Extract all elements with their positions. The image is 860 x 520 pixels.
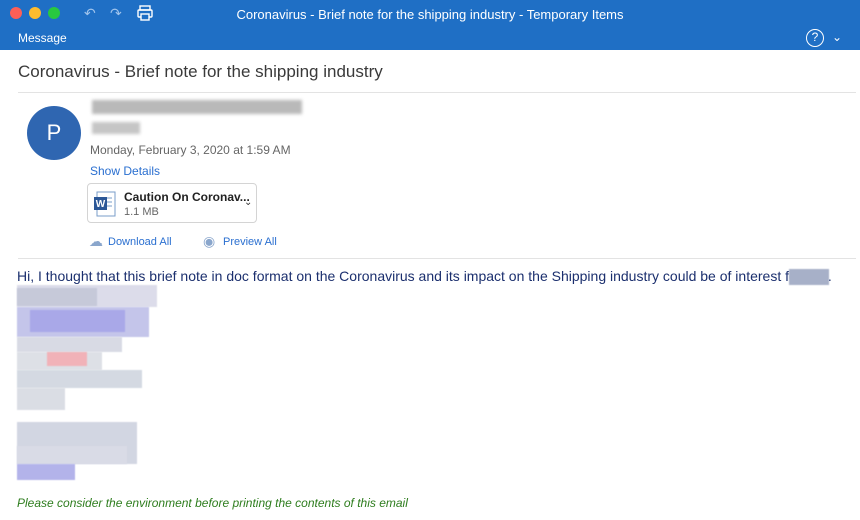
svg-text:W: W: [96, 199, 106, 210]
show-details-link[interactable]: Show Details: [90, 164, 160, 178]
word-doc-icon: W: [93, 191, 117, 217]
window-title: Coronavirus - Brief note for the shippin…: [236, 7, 624, 22]
eye-icon: ◉: [203, 233, 216, 249]
redacted-recipient: [92, 122, 140, 134]
email-footer-text: Please consider the environment before p…: [17, 496, 408, 510]
avatar: P: [27, 106, 81, 160]
divider: [18, 258, 856, 259]
tab-message[interactable]: Message: [18, 31, 67, 45]
preview-all-button[interactable]: Preview All: [223, 236, 277, 248]
attachment-size: 1.1 MB: [124, 206, 159, 218]
chevron-down-icon[interactable]: ⌄: [244, 197, 252, 208]
redacted-sender: [92, 100, 302, 114]
chevron-down-icon[interactable]: ⌄: [832, 30, 842, 44]
attachment-name: Caution On Coronav...: [124, 190, 250, 204]
divider: [18, 92, 856, 93]
email-subject: Coronavirus - Brief note for the shippin…: [18, 62, 383, 81]
cloud-download-icon: ☁: [89, 233, 103, 249]
ribbon: Message ? ⌄: [0, 28, 860, 50]
email-body-text: Hi, I thought that this brief note in do…: [17, 268, 832, 284]
help-icon[interactable]: ?: [806, 29, 824, 47]
download-all-button[interactable]: Download All: [108, 236, 172, 248]
redacted-text: [789, 269, 829, 285]
email-datetime: Monday, February 3, 2020 at 1:59 AM: [90, 143, 291, 157]
title-bar: ↶ ↷ Coronavirus - Brief note for the shi…: [0, 0, 860, 28]
attachment-card[interactable]: W Caution On Coronav... 1.1 MB ⌄: [87, 183, 257, 223]
